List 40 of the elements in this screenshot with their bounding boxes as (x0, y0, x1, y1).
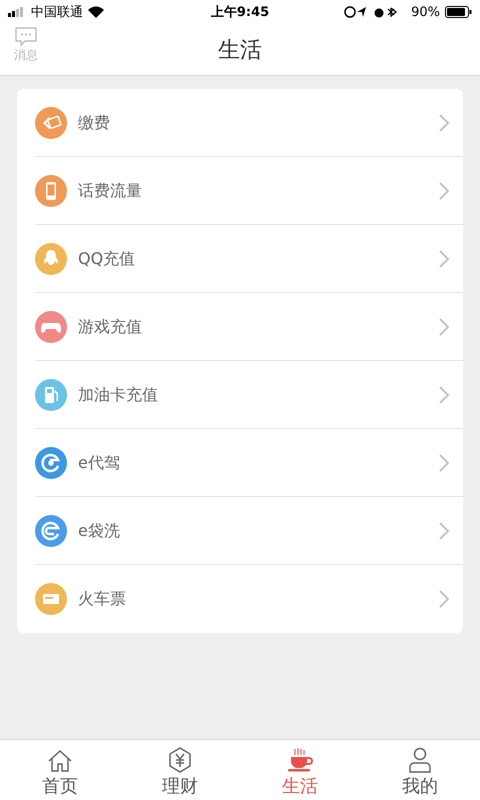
service-row[interactable]: 游戏充值 (35, 292, 463, 361)
tab-item[interactable]: 理财 (120, 740, 240, 800)
tab-item[interactable]: 生活 (240, 740, 360, 800)
person-icon (408, 747, 432, 773)
phone-icon (35, 175, 67, 207)
circle-logo-icon (35, 447, 67, 479)
battery-icon (445, 6, 472, 18)
clock-time: 上午9:45 (210, 4, 270, 21)
service-row[interactable]: QQ充值 (35, 224, 463, 293)
penguin-icon (35, 243, 67, 275)
chevron-right-icon (439, 114, 449, 132)
service-row[interactable]: 加油卡充值 (35, 360, 463, 429)
chevron-right-icon (439, 590, 449, 608)
chevron-right-icon (439, 522, 449, 540)
wifi-icon (88, 6, 104, 18)
battery-percent: 90% (411, 4, 440, 20)
chevron-right-icon (439, 250, 449, 268)
tab-item[interactable]: 首页 (0, 740, 120, 800)
service-row[interactable]: e袋洗 (35, 496, 463, 565)
fuel-pump-icon (35, 379, 67, 411)
steaming-cup-icon (287, 747, 313, 773)
chat-bubble-icon (15, 27, 37, 47)
gamepad-icon (35, 311, 67, 343)
card-icon (35, 107, 67, 139)
signal-icon (8, 7, 26, 17)
ticket-icon (35, 583, 67, 615)
service-row[interactable]: 话费流量 (35, 156, 463, 225)
chevron-right-icon (439, 454, 449, 472)
service-row[interactable]: 火车票 (35, 564, 463, 633)
chevron-right-icon (439, 386, 449, 404)
home-icon (47, 749, 73, 773)
yen-hexagon-icon (168, 747, 192, 773)
service-row[interactable]: 缴费 (35, 89, 463, 157)
carrier-name: 中国联通 (31, 4, 83, 21)
chevron-right-icon (439, 318, 449, 336)
chevron-right-icon (439, 182, 449, 200)
tab-item[interactable]: 我的 (360, 740, 480, 800)
service-row[interactable]: e代驾 (35, 428, 463, 497)
page-title: 生活 (218, 36, 262, 64)
swirl-logo-icon (35, 515, 67, 547)
